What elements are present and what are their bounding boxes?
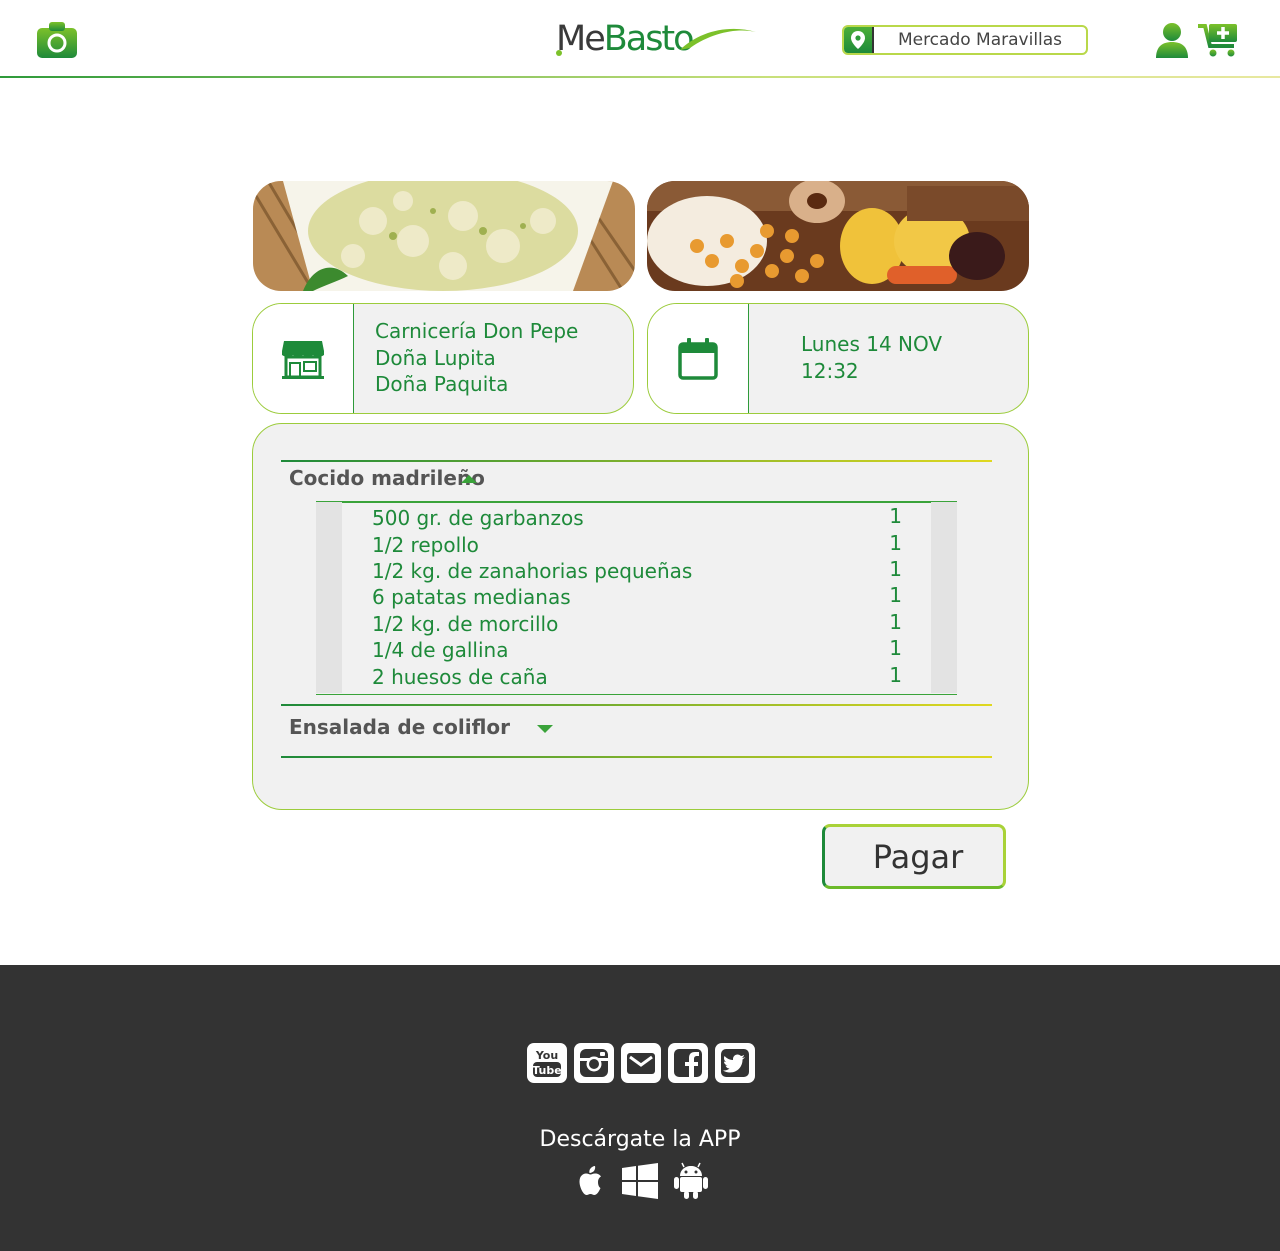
order-panel: Cocido madrileño 500 gr. de garbanzos 1 … — [252, 423, 1029, 810]
ingredient-name: 500 gr. de garbanzos — [372, 506, 584, 530]
recipe-photo-ensalada — [253, 181, 635, 291]
recipe-photo-cocido — [647, 181, 1029, 291]
market-name: Mercado Maravillas — [897, 30, 1063, 50]
svg-text:Tube: Tube — [532, 1064, 561, 1077]
email-icon[interactable] — [621, 1043, 661, 1083]
user-icon[interactable] — [1155, 22, 1189, 58]
logo[interactable]: MeBasto — [556, 18, 756, 60]
delivery-date: Lunes 14 NOV — [801, 332, 943, 356]
footer: You Tube Descárgate la APP — [0, 965, 1280, 1251]
shops-card: Carnicería Don Pepe Doña Lupita Doña Paq… — [252, 303, 634, 414]
ingredient-row[interactable]: 1/4 de gallina 1 — [372, 636, 902, 664]
ingredient-qty[interactable]: 1 — [889, 583, 902, 607]
calendar-icon — [678, 337, 718, 380]
divider — [281, 460, 992, 462]
instagram-icon[interactable] — [574, 1043, 614, 1083]
youtube-icon[interactable]: You Tube — [527, 1043, 567, 1083]
svg-text:You: You — [535, 1049, 558, 1062]
header: MeBasto Mercado Maravillas — [0, 0, 1280, 78]
table-side-left — [316, 502, 342, 693]
shop-name: Doña Paquita — [375, 372, 509, 396]
ingredient-row[interactable]: 1/2 kg. de zanahorias pequeñas 1 — [372, 557, 902, 585]
ingredient-row[interactable]: 500 gr. de garbanzos 1 — [372, 504, 902, 532]
shop-name: Doña Lupita — [375, 345, 496, 370]
ingredient-name: 1/2 kg. de morcillo — [372, 612, 559, 636]
ingredient-name: 6 patatas medianas — [372, 585, 571, 609]
apple-icon[interactable] — [572, 1162, 610, 1200]
ingredient-qty[interactable]: 1 — [889, 504, 902, 528]
market-selector[interactable]: Mercado Maravillas — [842, 25, 1088, 55]
ingredient-row[interactable]: 2 huesos de caña 1 — [372, 663, 902, 691]
shops-icon-box — [253, 304, 354, 413]
ingredient-name: 2 huesos de caña — [372, 665, 548, 689]
ingredient-row[interactable]: 6 patatas medianas 1 — [372, 583, 902, 611]
store-icon — [282, 340, 324, 379]
logo-swoosh — [680, 28, 756, 50]
expand-arrow-icon[interactable] — [537, 725, 553, 733]
table-side-right — [931, 502, 957, 693]
recipe-title-cocido[interactable]: Cocido madrileño — [289, 466, 485, 490]
ingredient-name: 1/4 de gallina — [372, 638, 509, 662]
pay-button[interactable]: Pagar — [822, 824, 1006, 889]
ingredient-qty[interactable]: 1 — [889, 636, 902, 660]
cart-add-icon[interactable] — [1198, 22, 1240, 58]
ingredient-row[interactable]: 1/2 kg. de morcillo 1 — [372, 610, 902, 638]
logo-me: Me — [556, 19, 606, 59]
table-top-border — [316, 501, 957, 503]
collapse-arrow-icon[interactable] — [461, 475, 477, 483]
ingredient-qty[interactable]: 1 — [889, 610, 902, 634]
camera-icon[interactable] — [37, 22, 77, 58]
ingredient-name: 1/2 kg. de zanahorias pequeñas — [372, 559, 693, 583]
delivery-time: 12:32 — [801, 358, 859, 383]
windows-icon[interactable] — [621, 1162, 659, 1200]
calendar-icon-box — [648, 304, 749, 413]
delivery-card: Lunes 14 NOV 12:32 — [647, 303, 1029, 414]
twitter-icon[interactable] — [715, 1043, 755, 1083]
ingredient-qty[interactable]: 1 — [889, 531, 902, 555]
facebook-icon[interactable] — [668, 1043, 708, 1083]
ingredients-table: 500 gr. de garbanzos 1 1/2 repollo 1 1/2… — [316, 501, 957, 695]
divider — [281, 756, 992, 758]
ingredient-qty[interactable]: 1 — [889, 663, 902, 687]
location-pin-icon — [844, 27, 874, 53]
download-app-label: Descárgate la APP — [539, 1127, 741, 1152]
divider — [281, 704, 992, 706]
ingredient-row[interactable]: 1/2 repollo 1 — [372, 531, 902, 559]
android-icon[interactable] — [672, 1162, 710, 1200]
table-bottom-border — [316, 693, 957, 695]
header-divider — [0, 76, 1280, 78]
ingredient-qty[interactable]: 1 — [889, 557, 902, 581]
recipe-title-ensalada[interactable]: Ensalada de coliflor — [289, 715, 510, 739]
ingredient-name: 1/2 repollo — [372, 533, 479, 557]
logo-dot — [556, 50, 562, 56]
shop-name: Carnicería Don Pepe — [375, 319, 579, 343]
